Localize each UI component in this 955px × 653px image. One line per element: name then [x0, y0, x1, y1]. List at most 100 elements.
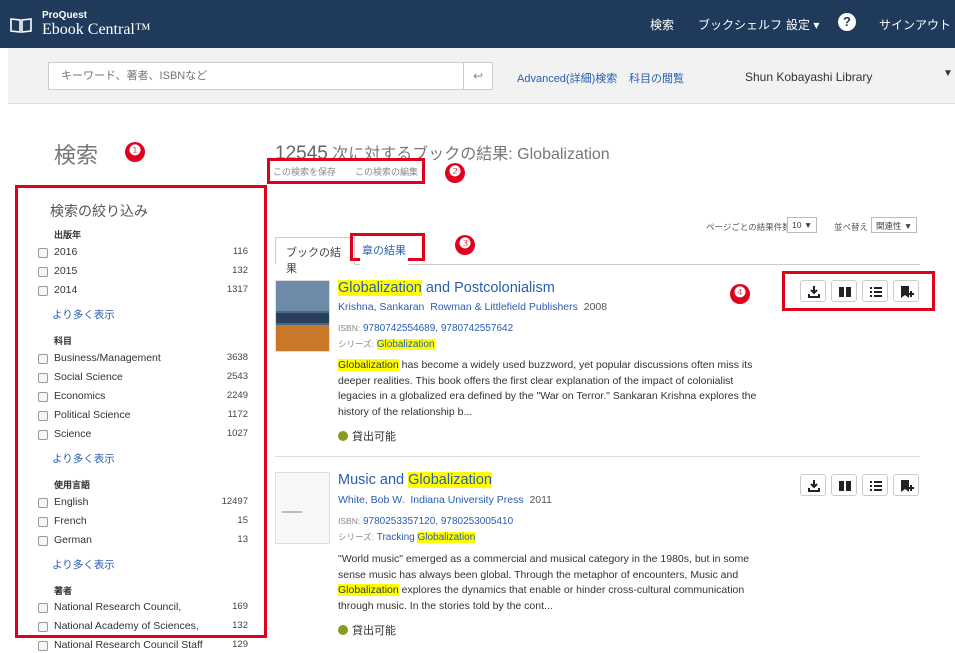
read-online-button[interactable] [831, 474, 857, 496]
sort-label: 並べ替え [834, 222, 869, 232]
brand-proquest: ProQuest [42, 10, 88, 21]
publisher-link[interactable]: Rowman & Littlefield Publishers [430, 301, 578, 313]
availability-status: 貸出可能 [338, 622, 396, 638]
facet-item[interactable]: 2016 116 [38, 246, 248, 260]
facet-item[interactable]: Social Science 2543 [38, 371, 248, 385]
checkbox[interactable] [38, 430, 48, 440]
checkbox[interactable] [38, 354, 48, 364]
download-icon [808, 480, 820, 492]
table-of-contents-button[interactable] [862, 280, 888, 302]
checkbox[interactable] [38, 498, 48, 508]
add-to-bookshelf-button[interactable] [893, 280, 919, 302]
tab-book-results[interactable]: ブックの結果 [275, 237, 355, 275]
checkbox[interactable] [38, 536, 48, 546]
checkbox[interactable] [38, 603, 48, 613]
nav-signout[interactable]: サインアウト [879, 16, 951, 33]
checkbox[interactable] [38, 641, 48, 651]
advanced-search-link[interactable]: Advanced(詳細)検索 [517, 70, 617, 86]
open-book-icon [10, 18, 32, 33]
add-to-shelf-icon [901, 286, 914, 298]
cover-art [282, 511, 302, 513]
isbn-line: ISBN: 9780742554689, 9780742557642 [338, 323, 514, 334]
book-description: "World music" emerged as a commercial an… [338, 553, 750, 612]
book-cover-image[interactable] [275, 472, 330, 544]
show-more-link[interactable]: より多く表示 [52, 307, 115, 322]
add-to-bookshelf-button[interactable] [893, 474, 919, 496]
facet-item[interactable]: French 15 [38, 515, 248, 529]
annotation-marker-2: ❷ [445, 163, 465, 183]
available-icon [338, 625, 348, 635]
pub-year: 2011 [529, 494, 553, 506]
help-icon[interactable]: ? [838, 13, 856, 31]
book-icon [839, 481, 851, 491]
facet-heading-language: 使用言語 [54, 480, 91, 490]
checkbox[interactable] [38, 411, 48, 421]
book-meta: Krishna, Sankaran Rowman & Littlefield P… [338, 301, 607, 313]
facet-item[interactable]: National Research Council, 169 [38, 601, 248, 615]
book-description: Globalization has become a widely used b… [338, 359, 757, 418]
nav-bookshelf[interactable]: ブックシェルフ [698, 16, 782, 33]
facet-item[interactable]: Economics 2249 [38, 390, 248, 404]
download-button[interactable] [800, 280, 826, 302]
browse-subjects-link[interactable]: 科目の閲覧 [629, 70, 684, 86]
available-icon [338, 431, 348, 441]
checkbox[interactable] [38, 248, 48, 258]
facet-item[interactable]: 2014 1317 [38, 284, 248, 298]
annotation-marker-4: ❹ [730, 284, 750, 304]
cover-art [276, 313, 329, 323]
facet-item[interactable]: National Academy of Sciences, 132 [38, 620, 248, 634]
list-icon [870, 287, 882, 297]
table-of-contents-button[interactable] [862, 474, 888, 496]
read-online-button[interactable] [831, 280, 857, 302]
isbn-line: ISBN: 9780253357120, 9780253005410 [338, 516, 514, 527]
show-more-link[interactable]: より多く表示 [52, 557, 115, 572]
checkbox[interactable] [38, 392, 48, 402]
search-submit-icon[interactable]: ↩ [463, 62, 493, 90]
filter-title: 検索の絞り込み [50, 203, 148, 219]
facet-item[interactable]: Political Science 1172 [38, 409, 248, 423]
facet-item[interactable]: Science 1027 [38, 428, 248, 442]
facet-item[interactable]: English 12497 [38, 496, 248, 510]
add-to-shelf-icon [901, 480, 914, 492]
series-line: シリーズ: Globalization [338, 339, 435, 350]
book-title-link[interactable]: Globalization and Postcolonialism [338, 280, 555, 296]
per-page-select[interactable]: 10 ▼ [787, 217, 818, 233]
tab-chapter-results[interactable]: 章の結果 [360, 238, 408, 266]
edit-search-link[interactable]: この検索の編集 [355, 165, 418, 178]
library-name[interactable]: Shun Kobayashi Library [745, 70, 872, 84]
checkbox[interactable] [38, 267, 48, 277]
publisher-link[interactable]: Indiana University Press [410, 494, 523, 506]
cover-art [276, 281, 329, 311]
checkbox[interactable] [38, 373, 48, 383]
book-cover-image[interactable] [275, 280, 330, 352]
search-input[interactable] [48, 62, 463, 90]
nav-settings[interactable]: 設定 ▾ [786, 16, 819, 33]
nav-search[interactable]: 検索 [650, 16, 674, 33]
facet-item[interactable]: National Research Council Staff 129 [38, 639, 248, 653]
per-page-label: ページごとの結果件数 [706, 222, 791, 232]
book-title-link[interactable]: Music and Globalization [338, 472, 492, 488]
cover-art [276, 325, 329, 351]
pub-year: 2008 [583, 301, 608, 313]
facet-heading-author: 著者 [54, 586, 73, 596]
facet-heading-pub-year: 出版年 [54, 230, 82, 240]
checkbox[interactable] [38, 517, 48, 527]
top-header: ProQuest Ebook Central™ 検索 ブックシェルフ 設定 ▾ … [0, 0, 955, 48]
book-meta: White, Bob W. Indiana University Press 2… [338, 494, 552, 506]
availability-status: 貸出可能 [338, 428, 396, 444]
show-more-link[interactable]: より多く表示 [52, 451, 115, 466]
checkbox[interactable] [38, 286, 48, 296]
book-icon [839, 287, 851, 297]
author-link[interactable]: White, Bob W. [338, 494, 405, 506]
download-button[interactable] [800, 474, 826, 496]
checkbox[interactable] [38, 622, 48, 632]
library-caret-icon[interactable]: ▼ [943, 68, 953, 79]
facet-item[interactable]: German 13 [38, 534, 248, 548]
sort-select[interactable]: 関連性 ▼ [871, 217, 918, 233]
facet-item[interactable]: Business/Management 3638 [38, 352, 248, 366]
list-icon [870, 481, 882, 491]
facet-item[interactable]: 2015 132 [38, 265, 248, 279]
author-link[interactable]: Krishna, Sankaran [338, 301, 424, 313]
save-search-link[interactable]: この検索を保存 [273, 165, 336, 178]
brand-ebook-central[interactable]: Ebook Central™ [42, 21, 151, 39]
